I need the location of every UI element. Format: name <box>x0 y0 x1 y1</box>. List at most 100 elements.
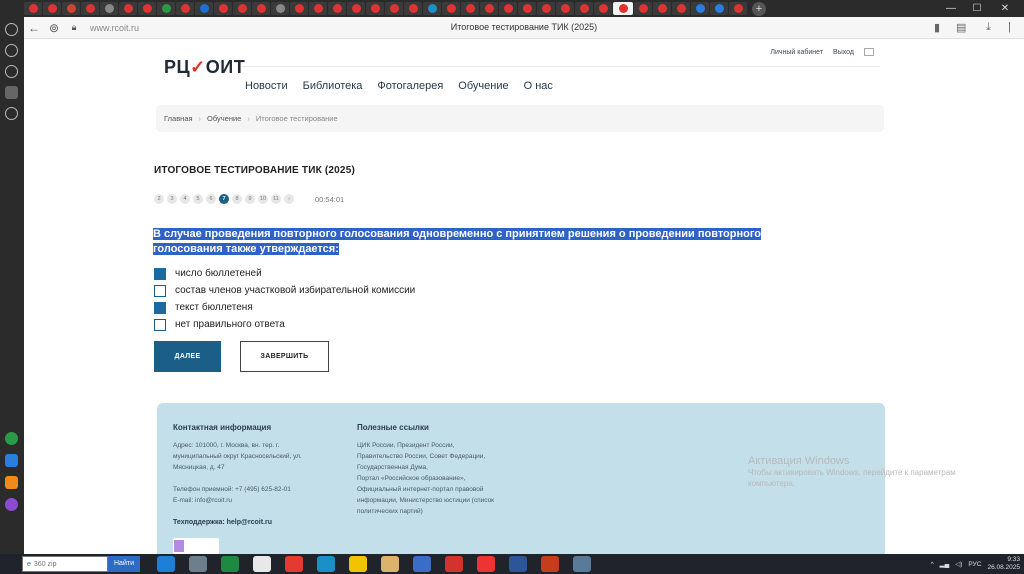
ok-icon[interactable] <box>5 476 18 489</box>
tray-expand-icon[interactable]: ^ <box>931 561 934 568</box>
browser-tab[interactable] <box>672 2 690 15</box>
browser-tab[interactable] <box>518 2 536 15</box>
bookmark-icon[interactable]: ▮ <box>934 21 940 34</box>
pager-item[interactable]: 2 <box>154 194 164 204</box>
minimize-icon[interactable]: — <box>940 0 962 17</box>
yandex-browser-icon[interactable] <box>252 556 271 572</box>
browser-tab[interactable] <box>423 2 441 15</box>
browser-tab[interactable] <box>385 2 403 15</box>
edge-icon[interactable] <box>316 556 335 572</box>
bookmarks-icon[interactable] <box>5 23 18 36</box>
nav-news[interactable]: Новости <box>245 80 288 92</box>
answer-option[interactable]: нет правильного ответа <box>154 316 415 333</box>
browser-tab[interactable] <box>575 2 593 15</box>
opera-icon[interactable] <box>444 556 463 572</box>
pager-item[interactable]: 9 <box>245 194 255 204</box>
pager-item[interactable]: 10 <box>258 194 268 204</box>
browser-tab[interactable] <box>499 2 517 15</box>
store-icon[interactable] <box>220 556 239 572</box>
nav-training[interactable]: Обучение <box>458 80 508 92</box>
links-line[interactable]: Государственная Дума, <box>357 462 527 473</box>
browser-tab[interactable] <box>195 2 213 15</box>
window-icon[interactable] <box>188 556 207 572</box>
volume-icon[interactable]: ◁) <box>955 560 962 568</box>
close-icon[interactable]: ✕ <box>994 0 1016 17</box>
sitemap-icon[interactable] <box>864 48 874 56</box>
alice-icon[interactable] <box>5 498 18 511</box>
answer-option[interactable]: текст бюллетеня <box>154 299 415 316</box>
pager-item[interactable]: 11 <box>271 194 281 204</box>
links-line[interactable]: Официальный интернет-портал правовой <box>357 484 527 495</box>
links-line[interactable]: информации, Министерство юстиции (список <box>357 495 527 506</box>
protect-icon[interactable]: ⊚ <box>44 21 64 35</box>
back-icon[interactable]: ← <box>24 21 44 35</box>
monitor-icon[interactable] <box>572 556 591 572</box>
screenshot-icon[interactable] <box>5 107 18 120</box>
browser-tab[interactable] <box>691 2 709 15</box>
browser-tab[interactable] <box>594 2 612 15</box>
url-field[interactable]: www.rcoit.ru <box>90 23 139 33</box>
email-text[interactable]: E-mail: info@rcoit.ru <box>173 495 343 506</box>
download-icon[interactable]: ⤓ <box>986 21 991 34</box>
answer-checkbox[interactable] <box>154 301 166 314</box>
browser-tab[interactable] <box>537 2 555 15</box>
pager-item[interactable]: 3 <box>167 194 177 204</box>
site-logo[interactable]: РЦ✓ОИТ <box>164 57 245 78</box>
links-line[interactable]: Правительство России, Совет Федерации, <box>357 451 527 462</box>
browser-tab[interactable] <box>309 2 327 15</box>
breadcrumb-training[interactable]: Обучение <box>207 114 241 123</box>
browser-tab[interactable] <box>442 2 460 15</box>
reader-icon[interactable]: ▤ <box>956 21 966 34</box>
browser-tab[interactable] <box>404 2 422 15</box>
browser-tab[interactable] <box>634 2 652 15</box>
next-button[interactable]: ДАЛЕЕ <box>154 341 221 372</box>
vk-icon[interactable] <box>5 454 18 467</box>
word-icon[interactable] <box>508 556 527 572</box>
links-line[interactable]: политических партий) <box>357 506 527 517</box>
links-line[interactable]: Портал «Российское образование», <box>357 473 527 484</box>
browser-tab[interactable] <box>271 2 289 15</box>
language-indicator[interactable]: РУС <box>968 561 981 568</box>
browser-tab[interactable] <box>613 2 633 15</box>
browser-tab[interactable] <box>138 2 156 15</box>
browser-tab[interactable] <box>100 2 118 15</box>
support-email[interactable]: help@rcoit.ru <box>227 519 272 526</box>
yandex-icon[interactable] <box>284 556 303 572</box>
answer-checkbox[interactable] <box>154 318 166 331</box>
folder-icon[interactable] <box>380 556 399 572</box>
browser-tab[interactable] <box>62 2 80 15</box>
start-button[interactable] <box>0 554 22 574</box>
browser-tab[interactable] <box>480 2 498 15</box>
history-icon[interactable] <box>5 44 18 57</box>
finish-button[interactable]: ЗАВЕРШИТЬ <box>240 341 329 372</box>
browser-tab[interactable] <box>214 2 232 15</box>
yandex-market-icon[interactable] <box>348 556 367 572</box>
pager-item[interactable]: 5 <box>193 194 203 204</box>
nav-about[interactable]: О нас <box>524 80 553 92</box>
browser-tab[interactable] <box>366 2 384 15</box>
pager-next-icon[interactable]: › <box>284 194 294 204</box>
network-icon[interactable]: ▂▄ <box>940 560 950 568</box>
maximize-icon[interactable]: ☐ <box>966 0 988 17</box>
answer-checkbox[interactable] <box>154 267 166 280</box>
powerpoint-icon[interactable] <box>540 556 559 572</box>
app-icon-green[interactable] <box>5 432 18 445</box>
menu-icon[interactable]: | <box>1008 21 1011 33</box>
browser-tab[interactable] <box>729 2 747 15</box>
counter-icon[interactable] <box>5 86 18 99</box>
browser-tab[interactable] <box>157 2 175 15</box>
browser-tab[interactable] <box>347 2 365 15</box>
browser-tab[interactable] <box>556 2 574 15</box>
clock[interactable]: 9:33 26.08.2025 <box>987 556 1020 572</box>
browser-tab[interactable] <box>43 2 61 15</box>
cabinet-link[interactable]: Личный кабинет <box>770 49 823 56</box>
browser-tab[interactable] <box>233 2 251 15</box>
new-tab-icon[interactable]: + <box>752 1 766 16</box>
nav-gallery[interactable]: Фотогалерея <box>377 80 443 92</box>
answer-option[interactable]: состав членов участковой избирательной к… <box>154 282 415 299</box>
browser-tab[interactable] <box>290 2 308 15</box>
app-icon[interactable] <box>412 556 431 572</box>
browser-tab[interactable] <box>328 2 346 15</box>
browser-tab[interactable] <box>24 2 42 15</box>
browser-tab[interactable] <box>81 2 99 15</box>
